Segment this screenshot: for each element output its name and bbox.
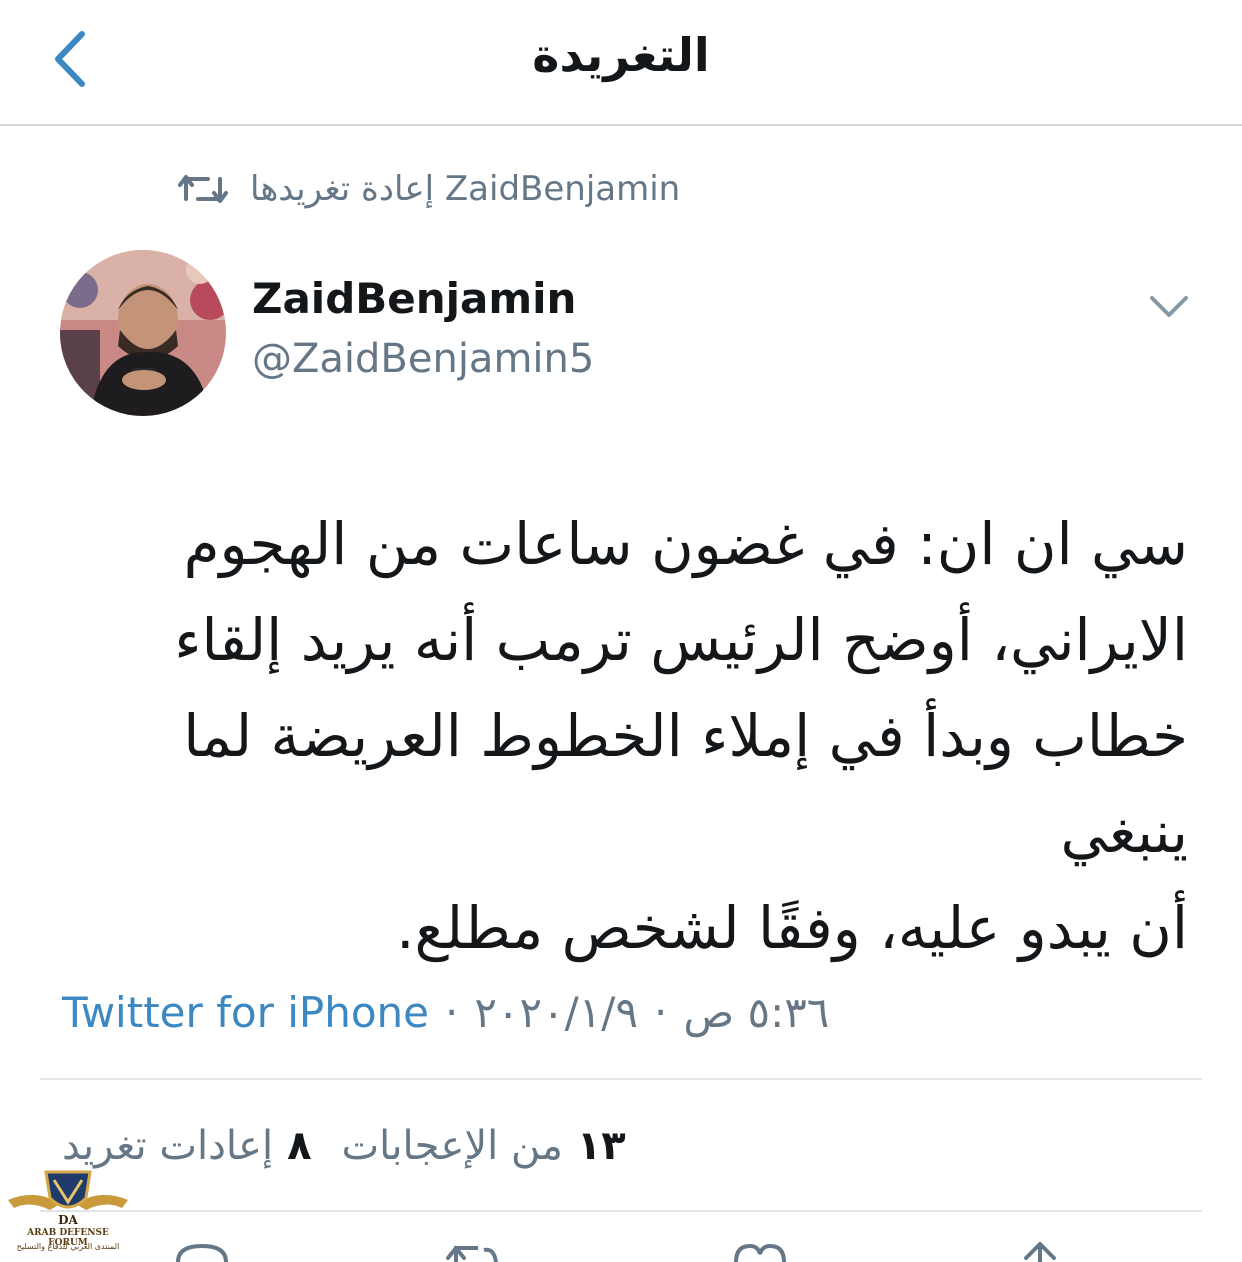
- source-link[interactable]: Twitter for iPhone: [62, 988, 429, 1037]
- share-icon[interactable]: [1010, 1240, 1070, 1262]
- action-bar: [0, 1240, 1242, 1262]
- tweet-meta: Twitter for iPhone · ٢٠٢٠/١/٩ · ٥:٣٦ ص: [62, 984, 829, 1040]
- tweet-stats: ٨ إعادات تغريد ١٣ من الإعجابات: [62, 1116, 626, 1176]
- tweet-text: سي ان ان: في غضون ساعات من الهجوم الايرا…: [60, 496, 1188, 976]
- reply-icon[interactable]: [172, 1240, 232, 1262]
- forum-emblem-text: DA: [58, 1213, 78, 1227]
- tweet-line: الايراني، أوضح الرئيس ترمب أنه يريد إلقا…: [174, 606, 1188, 674]
- meta-separator: ·: [654, 987, 668, 1037]
- likes-label: من الإعجابات: [341, 1123, 563, 1169]
- author-display-name[interactable]: ZaidBenjamin: [252, 274, 576, 323]
- forum-logo: DA: [8, 1170, 128, 1227]
- tweet-date: ٢٠٢٠/١/٩: [474, 987, 639, 1037]
- tweet-line: أن يبدو عليه، وفقًا لشخص مطلع.: [396, 894, 1188, 962]
- divider: [40, 1210, 1202, 1212]
- avatar[interactable]: [60, 250, 226, 416]
- likes-count: ١٣: [576, 1123, 626, 1169]
- nav-bar: التغريدة: [0, 0, 1242, 126]
- retweet-context: ZaidBenjamin إعادة تغريدها: [178, 166, 680, 212]
- chevron-down-icon[interactable]: [1146, 290, 1192, 324]
- forum-watermark: DA ARAB DEFENSE FORUM المنتدى العربي للد…: [6, 1158, 130, 1262]
- retweet-icon[interactable]: [444, 1240, 504, 1262]
- heart-icon[interactable]: [730, 1240, 790, 1262]
- avatar-photo: [60, 250, 226, 416]
- retweet-icon: [178, 175, 228, 203]
- likes-stat[interactable]: ١٣ من الإعجابات: [342, 1123, 626, 1169]
- meta-separator: ·: [445, 987, 459, 1037]
- divider: [40, 1078, 1202, 1080]
- tweet-line: سي ان ان: في غضون ساعات من الهجوم: [183, 510, 1188, 578]
- retweets-count: ٨: [287, 1123, 312, 1169]
- page-title: التغريدة: [532, 28, 710, 82]
- forum-name-ar: المنتدى العربي للدفاع والتسليح: [16, 1242, 120, 1251]
- tweet-line: خطاب وبدأ في إملاء الخطوط العريضة لما ين…: [183, 702, 1188, 866]
- author-handle: @ZaidBenjamin5: [252, 336, 595, 382]
- tweet-time: ٥:٣٦ ص: [683, 987, 830, 1037]
- retweet-context-text: ZaidBenjamin إعادة تغريدها: [250, 169, 681, 209]
